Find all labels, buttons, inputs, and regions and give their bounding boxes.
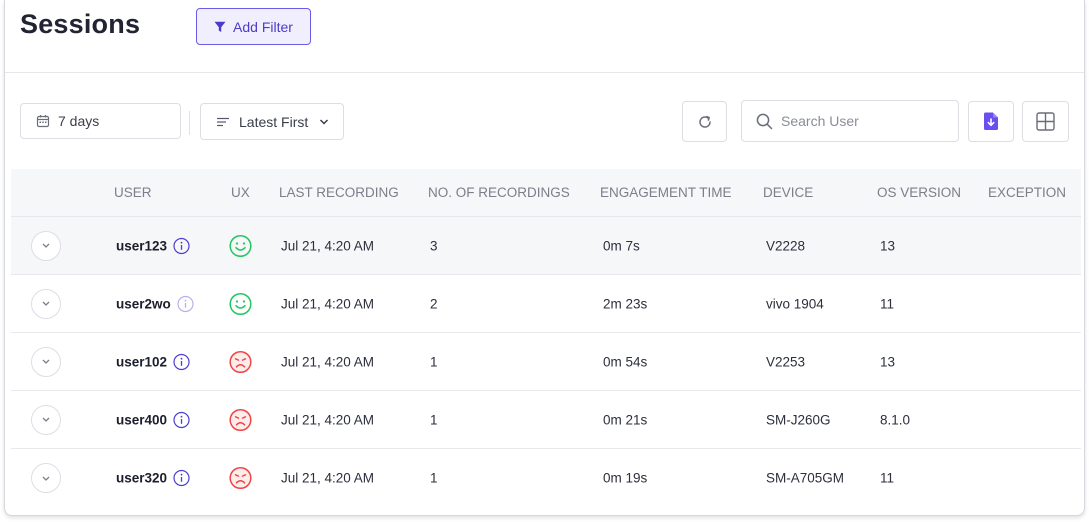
last-recording-cell: Jul 21, 4:20 AM — [281, 238, 375, 253]
page-title: Sessions — [20, 9, 141, 39]
last-recording-cell: Jul 21, 4:20 AM — [281, 470, 375, 486]
info-icon[interactable] — [177, 295, 194, 312]
user-cell: user123 — [116, 237, 190, 254]
chevron-down-icon — [42, 301, 50, 306]
engagement-time-cell: 0m 54s — [603, 354, 648, 369]
expand-row-button[interactable] — [31, 463, 61, 493]
happy-face-icon — [229, 234, 252, 257]
page-header: Sessions Add Filter — [5, 0, 1084, 73]
last-recording-cell: Jul 21, 4:20 AM — [281, 354, 375, 369]
add-filter-button[interactable]: Add Filter — [196, 8, 311, 45]
engagement-time-cell: 0m 21s — [603, 412, 648, 427]
date-range-picker[interactable]: 7 days — [20, 103, 181, 139]
user-id[interactable]: user320 — [116, 471, 167, 486]
recordings-count-cell: 1 — [430, 470, 438, 486]
sort-lines-icon — [217, 117, 229, 126]
last-recording-cell: Jul 21, 4:20 AM — [281, 412, 375, 427]
info-icon[interactable] — [173, 469, 190, 487]
table-row[interactable]: user320 Jul 21, 4:20 AM 1 0m 19s SM-A705… — [11, 449, 1081, 507]
device-cell: V2228 — [766, 238, 806, 253]
calendar-icon — [36, 115, 50, 128]
search-user-input[interactable] — [781, 113, 941, 129]
user-cell: user2wo — [116, 295, 194, 312]
table-row[interactable]: user102 Jul 21, 4:20 AM 1 0m 54s V2253 1… — [11, 333, 1081, 391]
os-version-cell: 8.1.0 — [880, 412, 911, 427]
toolbar: 7 days Latest First — [5, 73, 1084, 169]
column-header-ux[interactable]: UX — [231, 185, 250, 200]
chevron-down-icon — [42, 476, 50, 481]
grid-icon — [1036, 112, 1055, 131]
refresh-button[interactable] — [682, 101, 727, 142]
column-header-device[interactable]: DEVICE — [763, 185, 813, 200]
last-recording-cell: Jul 21, 4:20 AM — [281, 296, 375, 311]
chevron-down-icon — [42, 417, 50, 422]
user-id[interactable]: user400 — [116, 412, 167, 427]
sessions-panel: Sessions Add Filter 7 days Latest First … — [4, 0, 1085, 516]
sad-face-icon — [229, 408, 252, 431]
device-cell: SM-J260G — [766, 412, 831, 427]
chevron-down-icon — [320, 118, 329, 125]
device-cell: V2253 — [766, 354, 806, 369]
date-range-value: 7 days — [58, 113, 100, 129]
table-row[interactable]: user123 Jul 21, 4:20 AM 3 0m 7s V2228 13 — [11, 217, 1081, 275]
sad-face-icon — [229, 350, 252, 373]
column-header-exception[interactable]: EXCEPTION — [988, 185, 1066, 200]
info-icon[interactable] — [173, 237, 190, 254]
export-button[interactable] — [968, 101, 1014, 142]
sad-face-icon — [229, 466, 252, 490]
toolbar-divider — [189, 111, 190, 135]
user-cell: user320 — [116, 469, 190, 487]
column-layout-button[interactable] — [1022, 101, 1069, 142]
sessions-table: USER UX LAST RECORDING NO. OF RECORDINGS… — [11, 169, 1081, 515]
user-id[interactable]: user102 — [116, 354, 167, 369]
sort-select[interactable]: Latest First — [200, 103, 344, 140]
user-id[interactable]: user2wo — [116, 296, 171, 311]
info-icon[interactable] — [173, 411, 190, 428]
engagement-time-cell: 0m 19s — [603, 470, 648, 486]
engagement-time-cell: 2m 23s — [603, 296, 648, 311]
table-row[interactable]: user2wo Jul 21, 4:20 AM 2 2m 23s vivo 19… — [11, 275, 1081, 333]
device-cell: vivo 1904 — [766, 296, 824, 311]
search-box[interactable] — [741, 100, 959, 142]
recordings-count-cell: 1 — [430, 354, 438, 369]
column-header-user[interactable]: USER — [114, 185, 152, 200]
os-version-cell: 11 — [880, 470, 895, 486]
expand-row-button[interactable] — [31, 346, 61, 377]
table-row[interactable]: user400 Jul 21, 4:20 AM 1 0m 21s SM-J260… — [11, 391, 1081, 449]
os-version-cell: 11 — [880, 296, 895, 311]
table-header: USER UX LAST RECORDING NO. OF RECORDINGS… — [11, 169, 1081, 217]
chevron-down-icon — [42, 243, 50, 248]
recordings-count-cell: 3 — [430, 238, 438, 253]
device-cell: SM-A705GM — [766, 470, 845, 486]
expand-row-button[interactable] — [31, 230, 61, 261]
column-header-engagement-time[interactable]: ENGAGEMENT TIME — [600, 185, 732, 200]
chevron-down-icon — [42, 359, 50, 364]
user-cell: user400 — [116, 411, 190, 428]
column-header-last-recording[interactable]: LAST RECORDING — [279, 185, 399, 200]
recordings-count-cell: 1 — [430, 412, 438, 427]
info-icon[interactable] — [173, 353, 190, 370]
search-icon — [756, 113, 773, 129]
add-filter-label: Add Filter — [233, 18, 293, 35]
filter-icon — [214, 21, 226, 32]
column-header-recordings[interactable]: NO. OF RECORDINGS — [428, 185, 570, 200]
file-download-icon — [984, 112, 998, 130]
expand-row-button[interactable] — [31, 288, 61, 319]
column-header-os-version[interactable]: OS VERSION — [877, 185, 961, 200]
engagement-time-cell: 0m 7s — [603, 238, 640, 253]
happy-face-icon — [229, 292, 252, 315]
user-id[interactable]: user123 — [116, 238, 167, 253]
sort-value: Latest First — [239, 113, 309, 130]
os-version-cell: 13 — [880, 354, 896, 369]
refresh-icon — [698, 115, 711, 128]
user-cell: user102 — [116, 353, 190, 370]
recordings-count-cell: 2 — [430, 296, 438, 311]
os-version-cell: 13 — [880, 238, 896, 253]
expand-row-button[interactable] — [31, 404, 61, 435]
